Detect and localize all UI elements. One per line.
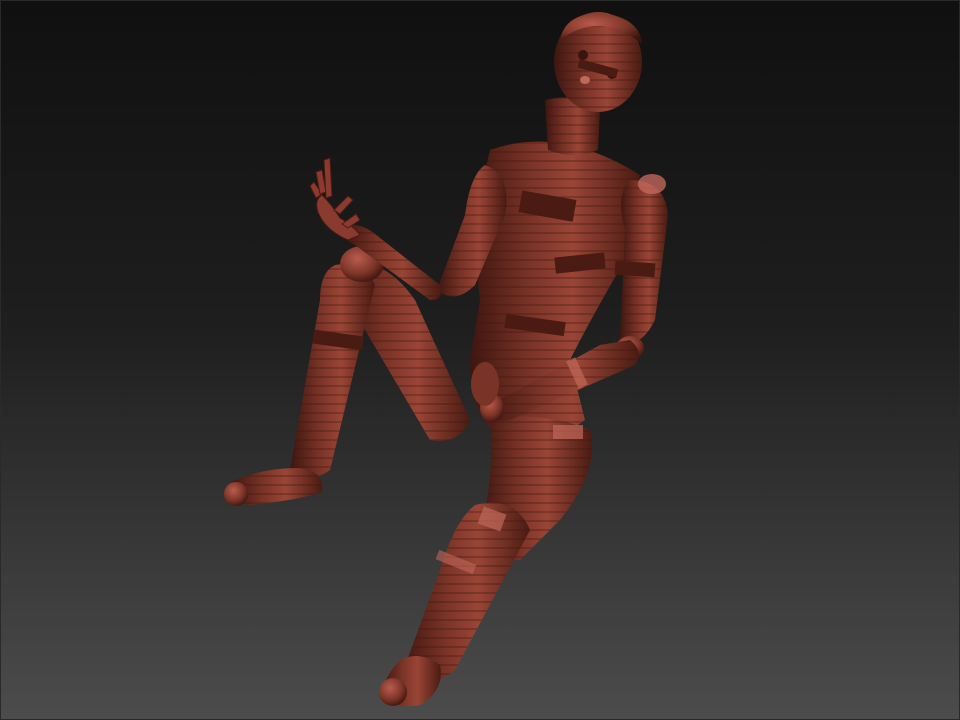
3d-viewport[interactable] [0,0,960,720]
sculpt-canvas[interactable] [0,0,960,720]
pelvis-joint [471,362,499,406]
head [554,12,642,112]
nose-dot [580,76,590,84]
left-eye-socket [578,50,588,60]
